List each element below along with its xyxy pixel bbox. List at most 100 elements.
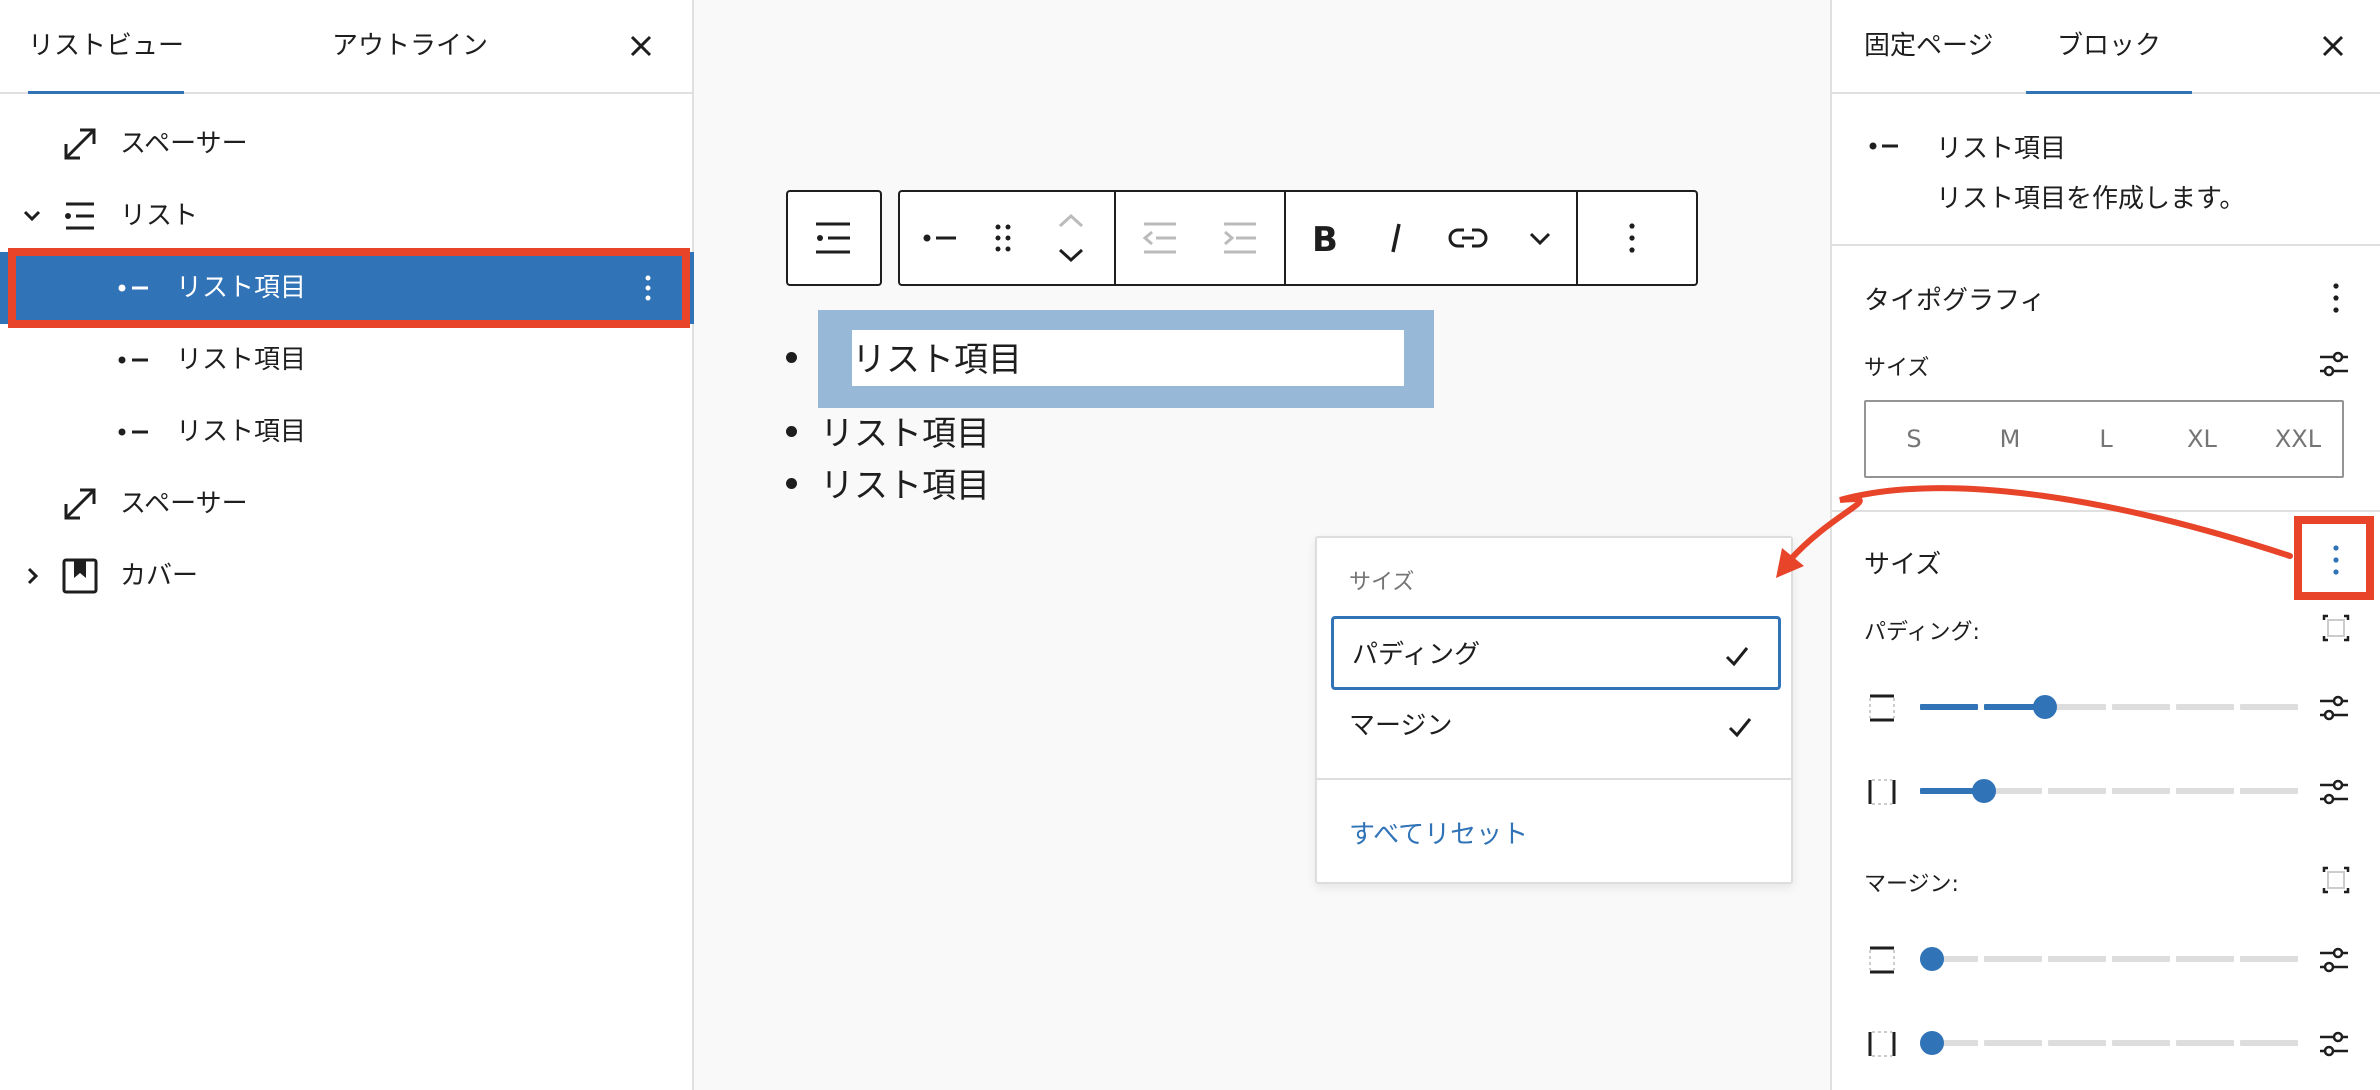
- slider-track-segment: [2240, 704, 2298, 710]
- slider-thumb[interactable]: [2032, 695, 2057, 719]
- bold-button[interactable]: B: [1286, 192, 1360, 284]
- slider-track-segment: [1984, 956, 2042, 962]
- more-options-icon: [1629, 223, 1635, 253]
- vertical-sides-icon: [1869, 946, 1895, 974]
- block-type-button[interactable]: [900, 192, 980, 284]
- section-divider: [1832, 244, 2380, 246]
- tab-list-view[interactable]: リストビュー: [28, 0, 185, 94]
- select-parent-list-button[interactable]: [788, 192, 880, 284]
- spacer-icon: [64, 128, 96, 160]
- tree-item-list[interactable]: リスト: [0, 180, 694, 252]
- horizontal-sides-icon: [1868, 779, 1896, 805]
- slider-track-segment: [1920, 788, 1978, 794]
- tree-item-list-item[interactable]: リスト項目: [0, 396, 694, 468]
- outdent-button[interactable]: [1116, 192, 1200, 284]
- unlink-sides-icon[interactable]: [2320, 864, 2352, 896]
- tree-item-spacer[interactable]: スペーサー: [0, 468, 694, 540]
- slider-track-segment: [2240, 1040, 2298, 1046]
- padding-vertical-slider[interactable]: [1920, 692, 2298, 722]
- slider-track-segment: [2176, 704, 2234, 710]
- slider-thumb[interactable]: [1972, 779, 1997, 803]
- menu-item-padding[interactable]: パディング: [1331, 616, 1781, 690]
- list-item-icon: [118, 356, 148, 364]
- list-view-panel: リストビュー アウトライン スペーサー リスト リスト項目 リスト項目 リスト項…: [0, 0, 694, 1090]
- dimensions-options-menu: サイズ パディング マージン すべてリセット: [1315, 536, 1793, 884]
- slider-track-segment: [2112, 956, 2170, 962]
- tab-outline[interactable]: アウトライン: [332, 0, 488, 92]
- link-icon: [1448, 228, 1488, 248]
- block-toolbar: B: [898, 190, 1698, 286]
- more-options-icon[interactable]: [2326, 544, 2346, 576]
- tree-item-label: スペーサー: [120, 489, 248, 519]
- list-item-text[interactable]: リスト項目: [820, 406, 990, 455]
- list-icon: [65, 202, 94, 230]
- settings-sidebar: 固定ページ ブロック リスト項目 リスト項目を作成します。 タイポグラフィ サイ…: [1830, 0, 2380, 1090]
- check-icon: [1728, 718, 1752, 738]
- slider-track-segment: [2176, 1040, 2234, 1046]
- menu-item-margin[interactable]: マージン: [1331, 690, 1781, 764]
- italic-button[interactable]: [1360, 192, 1430, 284]
- slider-track-segment: [2176, 956, 2234, 962]
- unlink-sides-icon[interactable]: [2320, 612, 2352, 644]
- margin-horizontal-slider[interactable]: [1920, 1028, 2298, 1058]
- block-options-button[interactable]: [1578, 192, 1696, 284]
- list-bullet: [786, 352, 797, 363]
- tree-item-list-item-selected[interactable]: リスト項目: [0, 252, 694, 324]
- slider-track-segment: [1984, 1040, 2042, 1046]
- tree-item-label: スペーサー: [120, 129, 248, 159]
- chevron-down-icon[interactable]: [22, 206, 42, 226]
- custom-size-icon[interactable]: [2318, 1028, 2350, 1060]
- chevron-right-icon[interactable]: [22, 566, 42, 586]
- slider-track-segment: [2112, 1040, 2170, 1046]
- link-button[interactable]: [1430, 192, 1504, 284]
- list-item-text[interactable]: リスト項目: [820, 458, 990, 507]
- margin-label: マージン:: [1864, 872, 1959, 897]
- reset-all-button[interactable]: すべてリセット: [1349, 814, 1528, 851]
- size-option-m[interactable]: M: [1962, 402, 2058, 476]
- size-option-s[interactable]: S: [1866, 402, 1962, 476]
- menu-item-label: パディング: [1352, 640, 1481, 670]
- tree-item-cover[interactable]: カバー: [0, 540, 694, 612]
- move-up-down-buttons[interactable]: [1030, 192, 1114, 284]
- slider-track-segment: [2048, 788, 2106, 794]
- block-description: リスト項目を作成します。: [1936, 184, 2246, 214]
- custom-size-icon[interactable]: [2318, 944, 2350, 976]
- tree-item-list-item[interactable]: リスト項目: [0, 324, 694, 396]
- tab-block[interactable]: ブロック: [2026, 0, 2192, 94]
- list-item-text[interactable]: リスト項目: [852, 332, 1022, 381]
- slider-track-segment: [2112, 704, 2170, 710]
- more-rich-text-button[interactable]: [1504, 192, 1576, 284]
- horizontal-sides-icon: [1868, 1031, 1896, 1057]
- close-left-panel-button[interactable]: [618, 23, 664, 69]
- right-panel-tabs: 固定ページ ブロック: [1832, 0, 2380, 94]
- custom-size-icon[interactable]: [2318, 348, 2350, 380]
- tab-page[interactable]: 固定ページ: [1864, 0, 1993, 92]
- size-option-xxl[interactable]: XXL: [2250, 402, 2346, 476]
- list-item-icon: [118, 284, 148, 292]
- slider-thumb[interactable]: [1920, 1031, 1944, 1055]
- size-option-xl[interactable]: XL: [2154, 402, 2250, 476]
- size-option-l[interactable]: L: [2058, 402, 2154, 476]
- padding-horizontal-slider[interactable]: [1920, 776, 2298, 806]
- more-options-icon[interactable]: [634, 274, 662, 302]
- section-divider: [1832, 510, 2380, 512]
- list-item-icon: [923, 234, 956, 242]
- tree-item-label: リスト: [120, 201, 199, 231]
- margin-vertical-slider[interactable]: [1920, 944, 2298, 974]
- tree-item-label: リスト項目: [176, 417, 307, 447]
- menu-item-label: マージン: [1349, 711, 1453, 741]
- drag-handle[interactable]: [980, 192, 1030, 284]
- bold-icon: B: [1312, 220, 1338, 256]
- slider-thumb[interactable]: [1920, 947, 1944, 971]
- indent-button[interactable]: [1200, 192, 1284, 284]
- close-sidebar-button[interactable]: [2310, 23, 2356, 69]
- more-options-icon[interactable]: [2326, 282, 2346, 314]
- custom-size-icon[interactable]: [2318, 692, 2350, 724]
- toolbar-parent-group: [786, 190, 882, 286]
- custom-size-icon[interactable]: [2318, 776, 2350, 808]
- padding-label: パディング:: [1864, 620, 1980, 645]
- tree-item-label: リスト項目: [176, 345, 307, 375]
- tree-item-spacer[interactable]: スペーサー: [0, 108, 694, 180]
- cover-icon: [62, 558, 98, 594]
- tree-item-label: カバー: [120, 561, 199, 591]
